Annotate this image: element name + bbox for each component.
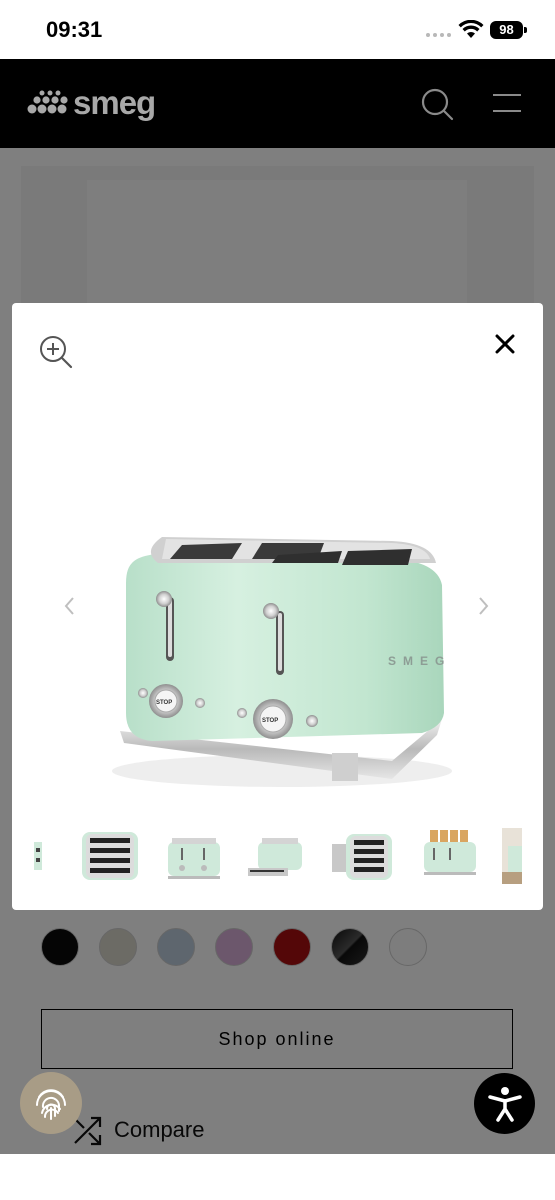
zoom-in-icon[interactable] — [38, 334, 74, 370]
logo-text: smeg — [73, 84, 156, 121]
status-time: 09:31 — [46, 17, 103, 42]
thumbnail-strip — [12, 816, 543, 896]
gallery-modal: SMEG STOP STOP — [12, 303, 543, 910]
fingerprint-icon — [36, 1089, 66, 1120]
thumbnail-partial-right[interactable] — [502, 828, 522, 884]
hamburger-menu-icon[interactable] — [492, 92, 522, 114]
search-icon[interactable] — [420, 87, 454, 121]
stop-label-right: STOP — [262, 718, 278, 724]
thumbnail-top-view[interactable] — [76, 828, 144, 884]
thumbnail-partial-left[interactable] — [32, 828, 44, 884]
site-header: smeg — [0, 59, 555, 148]
smeg-logo[interactable]: smeg — [27, 84, 156, 121]
status-bar: 09:31 98 — [0, 0, 555, 59]
accessibility-button[interactable] — [474, 1073, 535, 1134]
thumbnail-crumb-tray-view[interactable] — [244, 828, 312, 884]
close-icon[interactable] — [493, 332, 517, 356]
thumbnail-front-view[interactable] — [160, 828, 228, 884]
battery-nub — [524, 27, 527, 33]
fingerprint-button[interactable] — [20, 1072, 82, 1134]
page: 09:31 98 smeg SMEG STOP STOP — [0, 0, 555, 1200]
chevron-left-icon[interactable] — [61, 595, 77, 617]
chevron-right-icon[interactable] — [476, 595, 492, 617]
battery-level: 98 — [490, 21, 523, 39]
product-brand-mark: SMEG — [388, 654, 451, 668]
bottom-safe-area — [0, 1154, 555, 1200]
stop-label-left: STOP — [156, 700, 172, 706]
accessibility-icon — [487, 1086, 522, 1122]
wifi-icon — [458, 20, 484, 38]
signal-icon — [426, 33, 451, 37]
product-main-image: SMEG STOP STOP — [112, 537, 452, 787]
logo-dots-icon — [27, 90, 68, 114]
thumbnail-slots-view[interactable] — [328, 828, 396, 884]
thumbnail-with-toast[interactable] — [416, 828, 484, 884]
